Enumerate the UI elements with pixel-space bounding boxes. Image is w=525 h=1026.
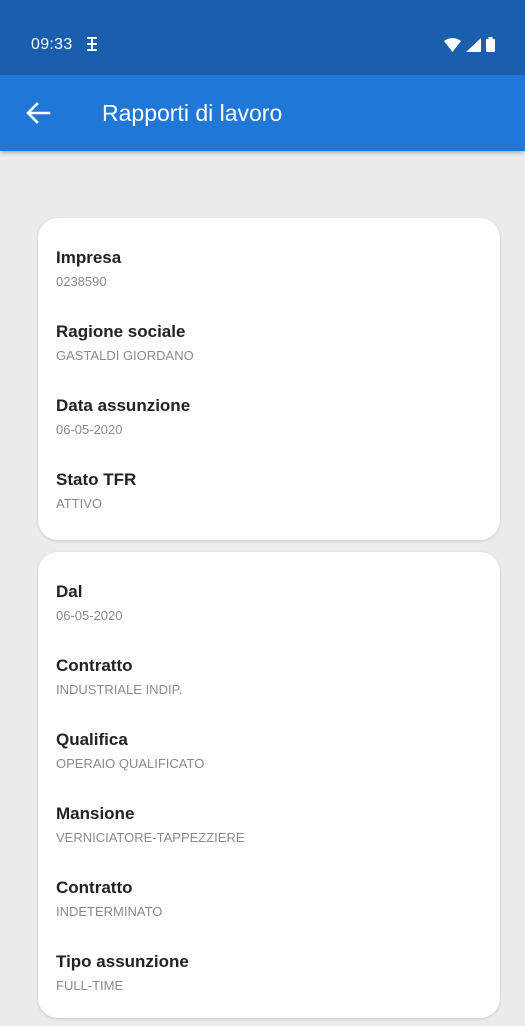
status-icons (444, 37, 495, 57)
field-impresa: Impresa 0238590 (56, 248, 121, 290)
field-value: INDETERMINATO (56, 904, 163, 919)
field-label: Tipo assunzione (56, 952, 189, 971)
notification-app-icon (85, 35, 99, 58)
field-value: FULL-TIME (56, 978, 124, 993)
field-label: Data assunzione (56, 396, 191, 415)
field-label: Stato TFR (56, 470, 137, 489)
field-value: VERNICIATORE-TAPPEZZIERE (56, 830, 245, 845)
field-label: Contratto (56, 878, 133, 897)
field-ragione-sociale: Ragione sociale GASTALDI GIORDANO (56, 322, 194, 364)
field-contratto-tipo: Contratto INDETERMINATO (56, 878, 162, 920)
wifi-icon (444, 37, 461, 57)
field-label: Mansione (56, 804, 135, 823)
field-value: 06-05-2020 (56, 608, 123, 623)
field-label: Contratto (56, 656, 133, 675)
field-label: Ragione sociale (56, 322, 186, 341)
company-card: Impresa 0238590 Ragione sociale GASTALDI… (38, 218, 500, 540)
field-value: 0238590 (56, 274, 107, 289)
back-button[interactable] (24, 99, 52, 127)
field-label: Qualifica (56, 730, 128, 749)
field-stato-tfr: Stato TFR ATTIVO (56, 470, 136, 512)
app-bar: Rapporti di lavoro (0, 75, 525, 151)
field-label: Impresa (56, 248, 122, 267)
status-time: 09:33 (31, 36, 73, 53)
field-value: ATTIVO (56, 496, 102, 511)
field-value: GASTALDI GIORDANO (56, 348, 194, 363)
field-value: 06-05-2020 (56, 422, 123, 437)
field-value: INDUSTRIALE INDIP. (56, 682, 183, 697)
signal-icon (466, 37, 481, 57)
field-contratto: Contratto INDUSTRIALE INDIP. (56, 656, 182, 698)
notification-app-icon-svg (87, 37, 97, 51)
contract-card: Dal 06-05-2020 Contratto INDUSTRIALE IND… (38, 552, 500, 1018)
field-qualifica: Qualifica OPERAIO QUALIFICATO (56, 730, 204, 772)
arrow-back-icon (26, 102, 51, 124)
battery-icon (486, 37, 495, 57)
field-tipo-assunzione: Tipo assunzione FULL-TIME (56, 952, 189, 994)
page-title: Rapporti di lavoro (102, 100, 283, 126)
field-data-assunzione: Data assunzione 06-05-2020 (56, 396, 190, 438)
status-bar: 09:33 (0, 0, 525, 75)
field-dal: Dal 06-05-2020 (56, 582, 123, 624)
field-value: OPERAIO QUALIFICATO (56, 756, 205, 771)
field-mansione: Mansione VERNICIATORE-TAPPEZZIERE (56, 804, 245, 846)
field-label: Dal (56, 582, 83, 601)
